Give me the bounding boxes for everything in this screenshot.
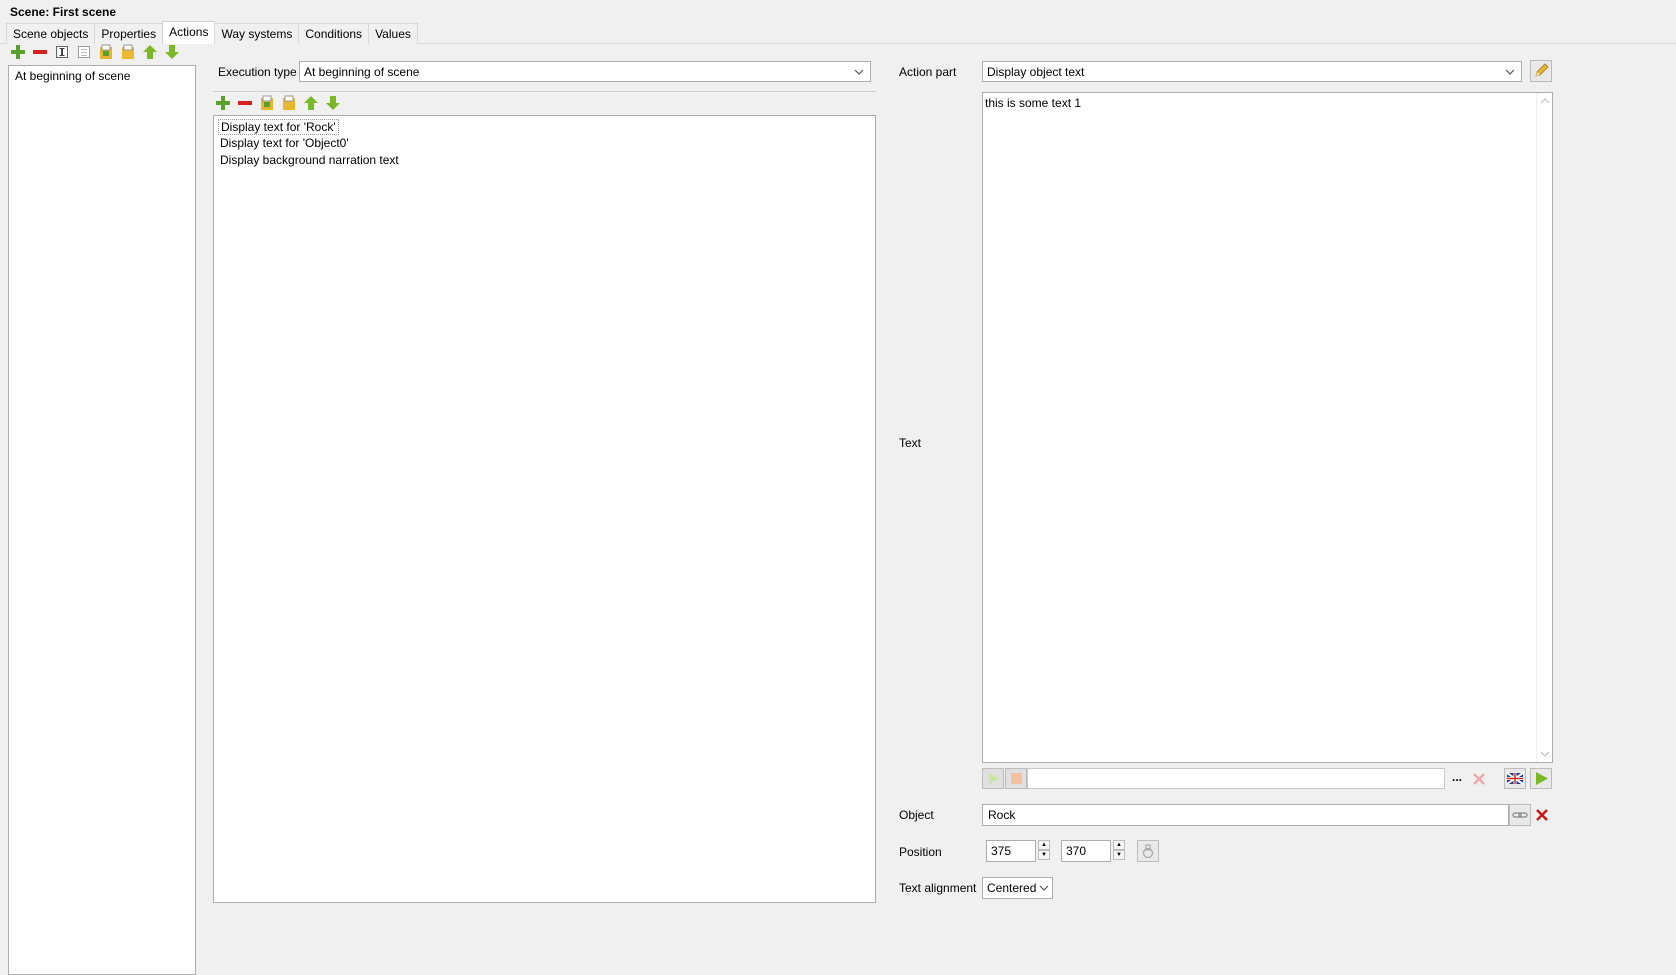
chevron-down-icon (1505, 69, 1515, 75)
execution-type-value: At beginning of scene (304, 65, 420, 79)
lock-icon (1142, 844, 1154, 859)
position-y-input[interactable]: 370 (1061, 840, 1111, 862)
copy-icon[interactable] (76, 44, 92, 60)
execution-type-label: Execution type (218, 65, 297, 79)
chevron-up-icon[interactable] (1540, 97, 1550, 105)
list-item[interactable]: Display text for 'Object0' (220, 136, 349, 150)
chevron-down-icon[interactable] (1540, 750, 1550, 758)
execution-type-select[interactable]: At beginning of scene (299, 61, 871, 82)
list-item[interactable]: At beginning of scene (15, 69, 130, 83)
action-list[interactable]: At beginning of scene (8, 65, 196, 975)
left-toolbar (10, 44, 180, 62)
play-button[interactable] (982, 768, 1004, 789)
window-title: Scene: First scene (10, 5, 117, 19)
preview-button[interactable] (1530, 768, 1552, 789)
text-alignment-value: Centered (987, 881, 1037, 895)
position-x-value: 375 (991, 844, 1012, 858)
close-icon (1536, 809, 1548, 821)
clear-object-button[interactable] (1531, 804, 1553, 826)
paste-into-icon[interactable] (98, 44, 114, 60)
remove-icon[interactable] (32, 44, 48, 60)
add-icon[interactable] (215, 95, 231, 111)
text-content: this is some text 1 (985, 96, 1082, 110)
browse-button[interactable]: ... (1447, 770, 1467, 788)
link-icon (1512, 812, 1528, 818)
position-x-input[interactable]: 375 (986, 840, 1036, 862)
close-icon (1473, 773, 1485, 785)
move-down-icon[interactable] (164, 44, 180, 60)
action-part-label: Action part (899, 65, 957, 79)
uk-flag-icon (1506, 772, 1524, 785)
position-y-stepper[interactable]: ▲ ▼ (1113, 840, 1125, 862)
stepper-up[interactable]: ▲ (1113, 840, 1125, 850)
stepper-down[interactable]: ▼ (1113, 850, 1125, 860)
object-field[interactable]: Rock (982, 804, 1509, 826)
tab-properties[interactable]: Properties (94, 23, 164, 44)
pick-position-button[interactable] (1137, 840, 1159, 862)
stop-icon (1011, 773, 1022, 784)
chevron-down-icon (854, 69, 864, 75)
list-item[interactable]: Display background narration text (220, 153, 399, 167)
text-label: Text (899, 436, 922, 450)
move-up-icon[interactable] (303, 95, 319, 111)
play-icon (989, 773, 999, 784)
object-label: Object (899, 808, 934, 822)
move-down-icon[interactable] (325, 95, 341, 111)
edit-button[interactable] (1530, 60, 1552, 82)
action-part-value: Display object text (987, 65, 1085, 79)
scrollbar[interactable] (1536, 93, 1552, 762)
pencil-icon (1535, 63, 1549, 77)
stepper-up[interactable]: ▲ (1038, 840, 1050, 850)
separator (213, 91, 876, 92)
middle-toolbar (215, 95, 341, 113)
text-editor[interactable]: this is some text 1 (982, 92, 1553, 763)
tab-conditions[interactable]: Conditions (298, 23, 370, 44)
link-button[interactable] (1509, 804, 1531, 826)
audio-file-field[interactable] (1027, 768, 1445, 789)
list-item[interactable]: Display text for 'Rock' (218, 119, 339, 135)
add-icon[interactable] (10, 44, 26, 60)
object-value: Rock (988, 808, 1016, 822)
tab-values[interactable]: Values (368, 23, 418, 44)
move-up-icon[interactable] (142, 44, 158, 60)
language-button[interactable] (1504, 768, 1526, 789)
text-alignment-select[interactable]: Centered (982, 877, 1053, 899)
tab-bar: Scene objects Properties Actions Way sys… (6, 21, 418, 44)
action-parts-list[interactable]: Display text for 'Rock' Display text for… (213, 115, 876, 903)
play-icon (1536, 772, 1548, 785)
remove-icon[interactable] (237, 95, 253, 111)
tab-scene-objects[interactable]: Scene objects (6, 23, 96, 44)
clear-audio-button[interactable] (1469, 768, 1489, 789)
tab-way-systems[interactable]: Way systems (214, 23, 300, 44)
chevron-down-icon (1039, 885, 1049, 891)
position-y-value: 370 (1066, 844, 1087, 858)
rename-icon[interactable] (54, 44, 70, 60)
paste-icon[interactable] (120, 44, 136, 60)
position-x-stepper[interactable]: ▲ ▼ (1038, 840, 1050, 862)
text-alignment-label: Text alignment (899, 881, 977, 895)
paste-icon[interactable] (281, 95, 297, 111)
stepper-down[interactable]: ▼ (1038, 850, 1050, 860)
position-label: Position (899, 845, 942, 859)
tab-actions[interactable]: Actions (162, 21, 216, 44)
action-part-select[interactable]: Display object text (982, 61, 1522, 82)
paste-into-icon[interactable] (259, 95, 275, 111)
stop-button[interactable] (1005, 768, 1027, 789)
